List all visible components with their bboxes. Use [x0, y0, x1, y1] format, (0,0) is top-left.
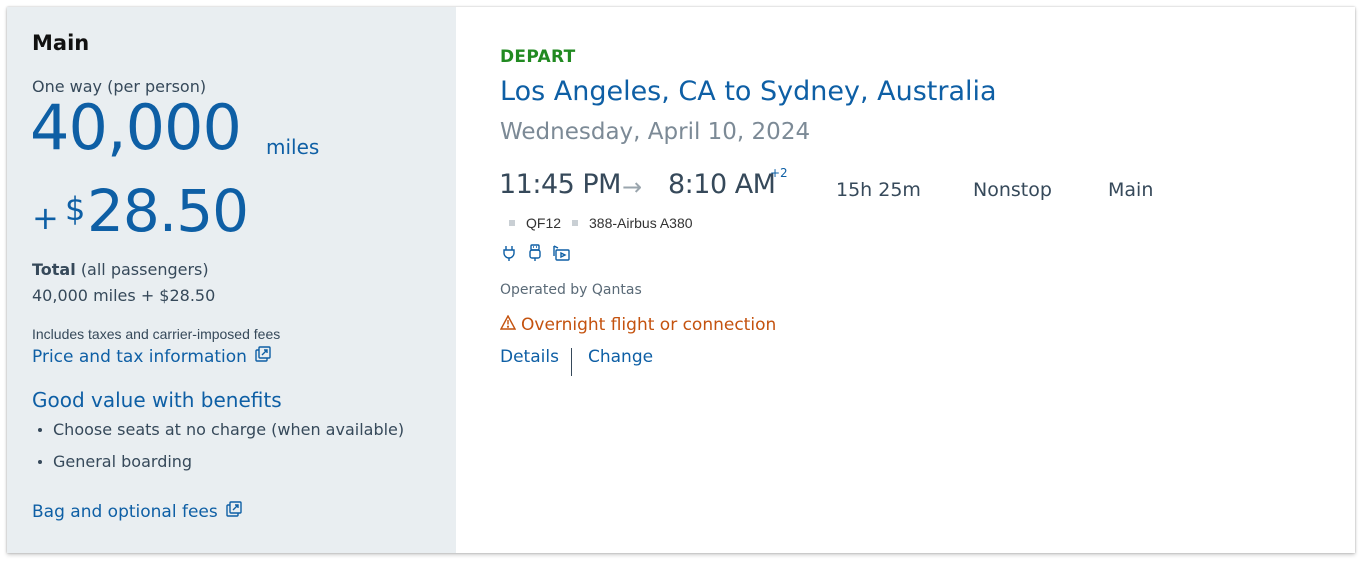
airline-logo-icon — [509, 220, 515, 226]
departure-time: 11:45 PM — [499, 169, 621, 200]
benefits-title: Good value with benefits — [32, 388, 282, 412]
miles-unit: miles — [266, 135, 320, 159]
total-label-suffix: (all passengers) — [80, 260, 209, 279]
benefit-item: General boarding — [38, 452, 192, 471]
depart-label: DEPART — [500, 47, 576, 67]
operated-by: Operated by Qantas — [500, 282, 642, 298]
bag-fees-label: Bag and optional fees — [32, 501, 218, 522]
external-link-icon — [226, 501, 242, 522]
cabin-class: Main — [1108, 179, 1154, 201]
total-label-bold: Total — [32, 260, 76, 279]
total-label: Total (all passengers) — [32, 260, 209, 279]
price-tax-info-link[interactable]: Price and tax information — [32, 346, 271, 367]
price-tax-info-label: Price and tax information — [32, 346, 247, 367]
route-title: Los Angeles, CA to Sydney, Australia — [500, 76, 997, 107]
cash-amount: 28.50 — [87, 177, 249, 245]
arrow-right-icon: → — [622, 173, 643, 201]
aircraft-type: 388-Airbus A380 — [589, 215, 693, 231]
warning-icon — [499, 314, 517, 335]
arrival-time: 8:10 AM — [668, 169, 776, 200]
benefit-text: General boarding — [53, 452, 193, 471]
total-value: 40,000 miles + $28.50 — [32, 286, 216, 305]
bullet-icon — [38, 427, 42, 432]
overnight-warning: Overnight flight or connection — [499, 314, 777, 335]
change-link[interactable]: Change — [588, 347, 653, 367]
fare-name: Main — [32, 31, 90, 55]
flight-date: Wednesday, April 10, 2024 — [500, 119, 811, 145]
power-outlet-icon[interactable] — [500, 244, 518, 262]
plus-sign: + — [32, 199, 59, 237]
overnight-warning-text: Overnight flight or connection — [521, 315, 777, 335]
flight-number-row: QF12 388-Airbus A380 — [509, 215, 693, 231]
flight-duration: 15h 25m — [836, 179, 921, 201]
bullet-icon — [38, 459, 42, 464]
fare-summary-panel: Main One way (per person) 40,000 miles +… — [7, 7, 456, 553]
amenities-row — [500, 244, 570, 262]
miles-amount: 40,000 — [30, 91, 242, 164]
currency-symbol: $ — [65, 190, 86, 228]
benefit-item: Choose seats at no charge (when availabl… — [38, 420, 404, 439]
fare-card: Main One way (per person) 40,000 miles +… — [7, 7, 1355, 553]
link-divider — [571, 348, 572, 376]
flight-number: QF12 — [526, 215, 562, 231]
day-offset-badge: +2 — [770, 166, 788, 180]
stops-info: Nonstop — [973, 179, 1052, 201]
external-link-icon — [255, 346, 271, 367]
usb-icon[interactable] — [526, 244, 544, 262]
benefit-text: Choose seats at no charge (when availabl… — [53, 420, 405, 439]
bag-fees-link[interactable]: Bag and optional fees — [32, 501, 242, 522]
flight-details-panel: DEPART Los Angeles, CA to Sydney, Austra… — [456, 7, 1355, 553]
aircraft-icon — [572, 220, 579, 226]
details-link[interactable]: Details — [500, 347, 559, 367]
entertainment-icon[interactable] — [552, 244, 570, 262]
includes-fees-note: Includes taxes and carrier-imposed fees — [32, 326, 281, 342]
